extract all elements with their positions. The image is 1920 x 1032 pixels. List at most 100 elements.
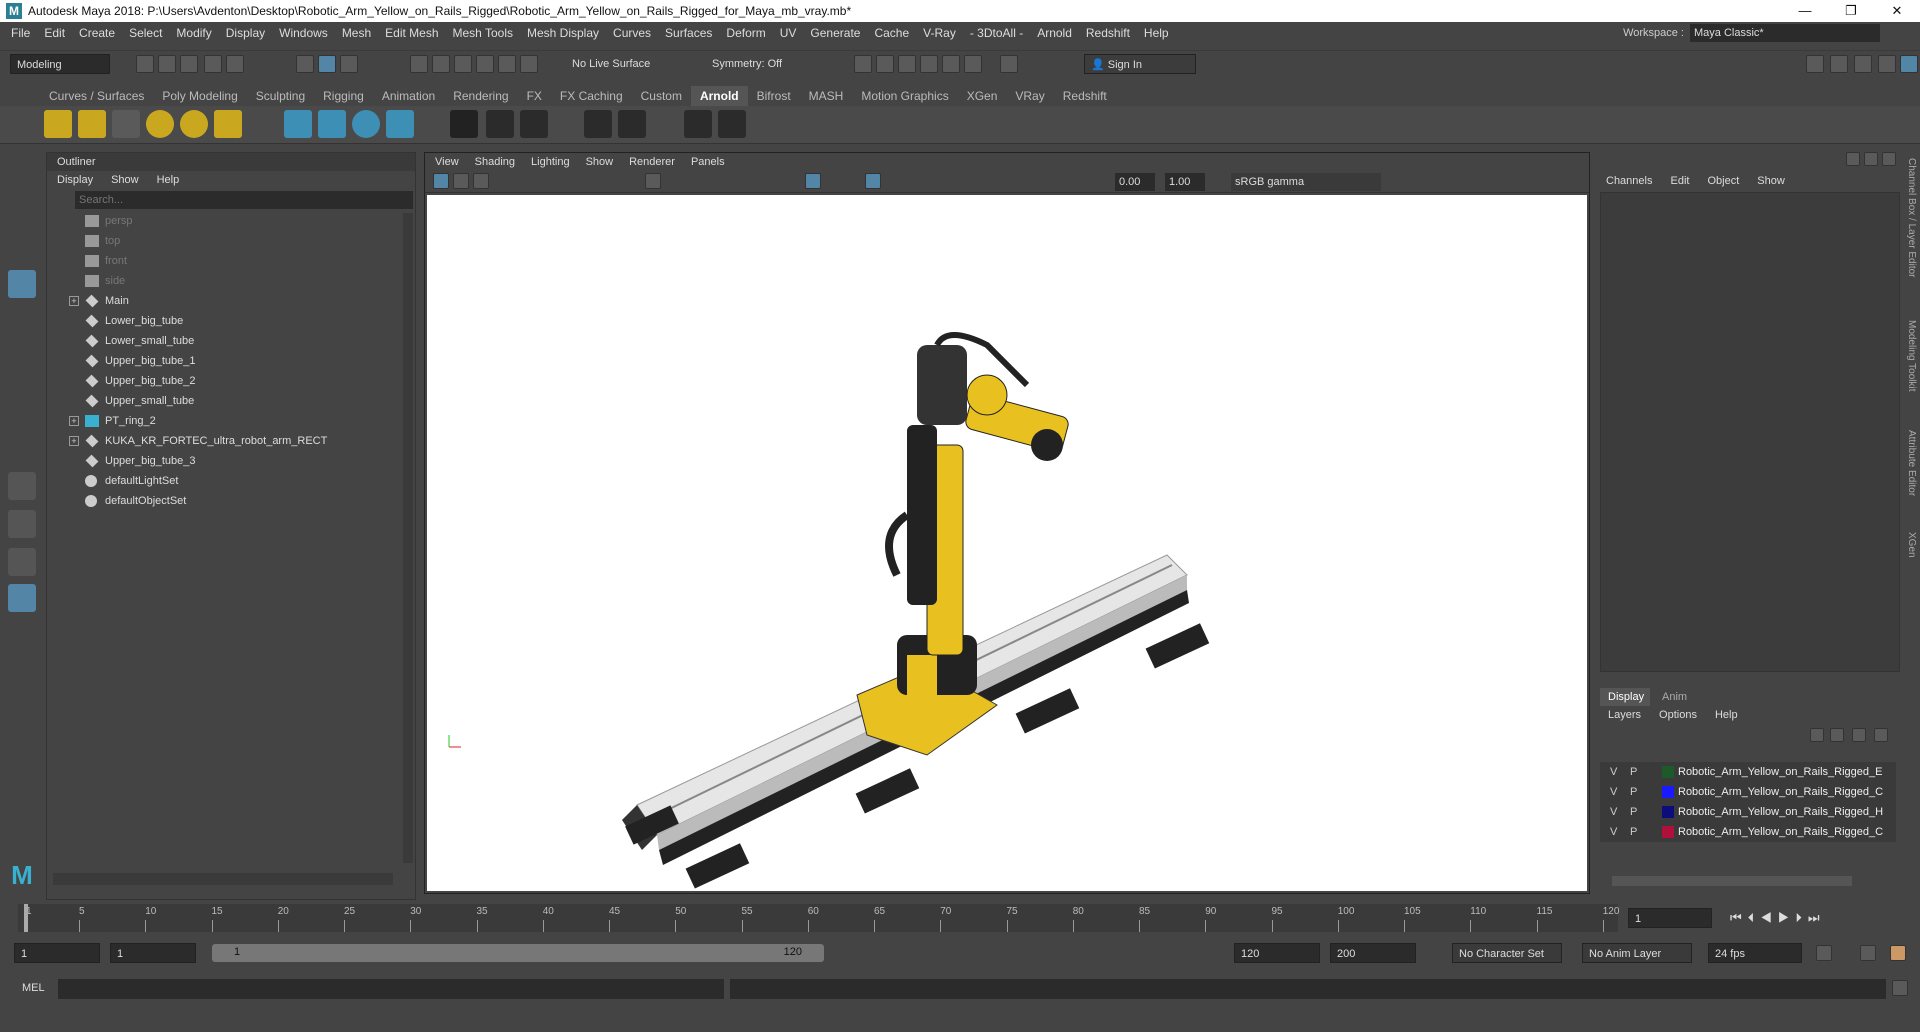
area-light-icon[interactable]: [44, 110, 72, 138]
outliner-menu-display[interactable]: Display: [57, 171, 93, 189]
start-time-field[interactable]: 1: [14, 943, 100, 963]
side-tab-attribute-editor[interactable]: Attribute Editor: [1906, 430, 1917, 496]
loop-icon[interactable]: [1816, 945, 1832, 961]
tool-settings-icon[interactable]: [1854, 55, 1872, 73]
channel-menu-object[interactable]: Object: [1707, 172, 1739, 190]
delete-cache-icon[interactable]: [520, 110, 548, 138]
redo-icon[interactable]: [226, 55, 244, 73]
command-language-label[interactable]: MEL: [22, 982, 45, 994]
channel-menu-channels[interactable]: Channels: [1606, 172, 1652, 190]
outliner-item[interactable]: top: [47, 231, 415, 251]
shelf-tab-poly-modeling[interactable]: Poly Modeling: [153, 86, 246, 106]
layer-color-swatch[interactable]: [1662, 766, 1674, 778]
menu-curves[interactable]: Curves: [606, 22, 658, 44]
shelf-tab-arnold[interactable]: Arnold: [690, 86, 748, 106]
shelf-tab-motion-graphics[interactable]: Motion Graphics: [852, 86, 957, 106]
modeling-toolkit-icon[interactable]: [1806, 55, 1824, 73]
select-component-icon[interactable]: [340, 55, 358, 73]
scale-tool-icon[interactable]: [8, 342, 36, 370]
smooth-shade-icon[interactable]: [805, 173, 821, 189]
ipr-render-icon[interactable]: [898, 55, 916, 73]
layer-color-swatch[interactable]: [1662, 786, 1674, 798]
play-backward-icon[interactable]: ◀: [1760, 910, 1778, 925]
layer-tab-anim[interactable]: Anim: [1654, 688, 1704, 706]
new-layer-selected-icon[interactable]: [1874, 728, 1888, 742]
shelf-tab-mash[interactable]: MASH: [800, 86, 853, 106]
range-slider[interactable]: 1 120: [212, 944, 824, 962]
outliner-item[interactable]: Lower_big_tube: [47, 311, 415, 331]
layer-visibility-toggle[interactable]: V: [1610, 822, 1617, 842]
sign-in-button[interactable]: 👤 Sign In: [1084, 54, 1196, 74]
menu-edit-mesh[interactable]: Edit Mesh: [378, 22, 445, 44]
save-scene-icon[interactable]: [180, 55, 198, 73]
layer-visibility-toggle[interactable]: V: [1610, 762, 1617, 782]
live-surface-field[interactable]: No Live Surface: [566, 54, 666, 74]
menu-create[interactable]: Create: [72, 22, 122, 44]
shelf-tab-animation[interactable]: Animation: [373, 86, 444, 106]
select-tool-icon[interactable]: [8, 162, 36, 190]
bookmark-icon[interactable]: [473, 173, 489, 189]
outliner-item[interactable]: Lower_small_tube: [47, 331, 415, 351]
render-view-eye-icon[interactable]: [684, 110, 712, 138]
menu-surfaces[interactable]: Surfaces: [658, 22, 719, 44]
menu-redshift[interactable]: Redshift: [1079, 22, 1137, 44]
open-scene-icon[interactable]: [158, 55, 176, 73]
minimize-button[interactable]: —: [1782, 0, 1828, 22]
layer-row[interactable]: V P Robotic_Arm_Yellow_on_Rails_Rigged_C: [1600, 782, 1896, 802]
layer-tab-display[interactable]: Display: [1600, 688, 1650, 706]
end-time-field[interactable]: 200: [1330, 943, 1416, 963]
layer-playback-toggle[interactable]: P: [1630, 822, 1637, 842]
snap-point-icon[interactable]: [454, 55, 472, 73]
outliner-item[interactable]: Upper_big_tube_2: [47, 371, 415, 391]
play-forward-icon[interactable]: ▶: [1778, 910, 1796, 925]
skydome-light-icon[interactable]: [146, 110, 174, 138]
render-sequence-icon[interactable]: [876, 55, 894, 73]
volume-icon[interactable]: [352, 110, 380, 138]
shelf-tab-fx-caching[interactable]: FX Caching: [551, 86, 632, 106]
outliner-menu-show[interactable]: Show: [111, 171, 139, 189]
outliner-menu-help[interactable]: Help: [157, 171, 180, 189]
menu-generate[interactable]: Generate: [803, 22, 867, 44]
layer-color-swatch[interactable]: [1662, 826, 1674, 838]
menu-mesh-tools[interactable]: Mesh Tools: [446, 22, 520, 44]
outliner-item[interactable]: defaultLightSet: [47, 471, 415, 491]
shelf-tab-vray[interactable]: VRay: [1006, 86, 1053, 106]
viewport-menu-panels[interactable]: Panels: [691, 153, 725, 171]
shelf-tab-custom[interactable]: Custom: [632, 86, 691, 106]
current-frame-field[interactable]: 1: [1628, 908, 1712, 928]
outliner-layout-icon[interactable]: [8, 584, 36, 612]
menu-modify[interactable]: Modify: [169, 22, 218, 44]
current-time-marker[interactable]: [24, 904, 28, 932]
channel-box-icon-a[interactable]: [1846, 152, 1860, 166]
close-button[interactable]: ✕: [1874, 0, 1920, 22]
two-view-layout-icon[interactable]: [8, 548, 36, 576]
outliner-item[interactable]: defaultObjectSet: [47, 491, 415, 511]
shelf-tab-sculpting[interactable]: Sculpting: [247, 86, 314, 106]
layer-row[interactable]: V P Robotic_Arm_Yellow_on_Rails_Rigged_E: [1600, 762, 1896, 782]
step-forward-icon[interactable]: ⏵: [1795, 910, 1808, 925]
layer-scrollbar[interactable]: [1612, 876, 1852, 886]
menu-mesh[interactable]: Mesh: [335, 22, 378, 44]
move-tool-icon[interactable]: [8, 270, 36, 298]
hypershade-icon[interactable]: [942, 55, 960, 73]
outliner-item[interactable]: persp: [47, 211, 415, 231]
move-layer-up-icon[interactable]: [1810, 728, 1824, 742]
grid-toggle-icon[interactable]: [645, 173, 661, 189]
render-view-icon[interactable]: [964, 55, 982, 73]
physical-sky-icon[interactable]: [214, 110, 242, 138]
menu-cache[interactable]: Cache: [867, 22, 916, 44]
menu-arnold[interactable]: Arnold: [1030, 22, 1079, 44]
shelf-tab-fx[interactable]: FX: [518, 86, 551, 106]
new-scene-icon[interactable]: [136, 55, 154, 73]
light-portal-icon[interactable]: [180, 110, 208, 138]
side-tab-xgen[interactable]: XGen: [1906, 532, 1917, 558]
command-input[interactable]: [58, 979, 724, 999]
paint-select-icon[interactable]: [8, 234, 36, 262]
anim-layer-dropdown[interactable]: No Anim Layer: [1582, 943, 1692, 963]
outliner-item[interactable]: + Main: [47, 291, 415, 311]
shelf-tab-curves-surfaces[interactable]: Curves / Surfaces: [40, 86, 153, 106]
outliner-vertical-scrollbar[interactable]: [403, 213, 413, 863]
outliner-item[interactable]: + PT_ring_2: [47, 411, 415, 431]
shelf-tab-bifrost[interactable]: Bifrost: [748, 86, 800, 106]
channel-box-icon[interactable]: [1878, 55, 1896, 73]
